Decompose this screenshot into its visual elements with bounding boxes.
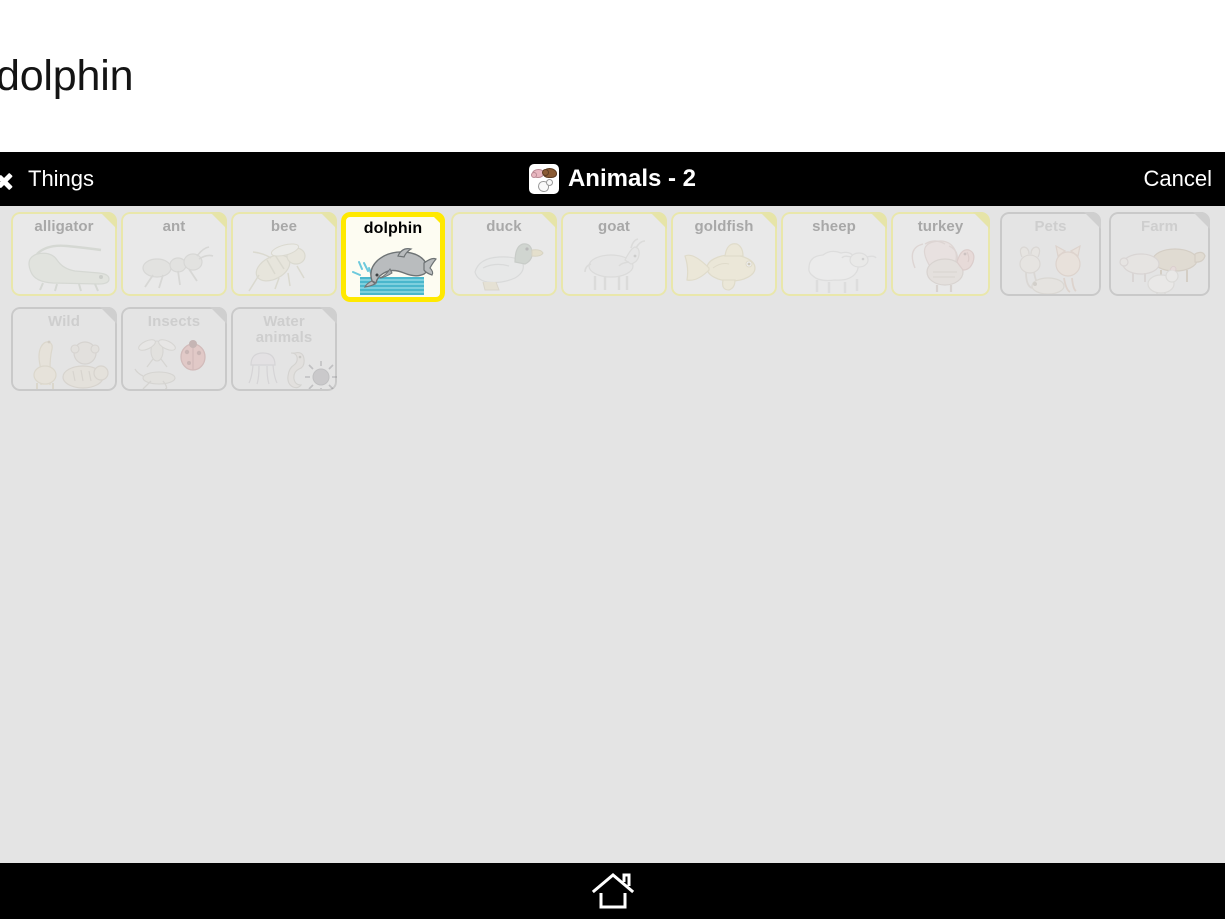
tile-goldfish[interactable]: goldfish xyxy=(671,212,777,296)
home-icon xyxy=(591,873,634,909)
water-animals-icon xyxy=(233,349,337,391)
tile-label: alligator xyxy=(34,218,94,235)
wild-animals-icon xyxy=(13,333,115,389)
tile-label: ant xyxy=(162,218,186,235)
message-display-bar[interactable]: dolphin xyxy=(0,0,1225,152)
goldfish-icon xyxy=(673,238,775,291)
tile-folder-water-animals[interactable]: Water animals xyxy=(231,307,337,391)
alligator-icon xyxy=(13,238,115,292)
navigation-bar: Things Animals - 2 Cancel xyxy=(0,152,1225,206)
chevron-left-icon xyxy=(8,164,26,194)
tile-label: Insects xyxy=(147,313,201,330)
tile-folder-wild[interactable]: Wild xyxy=(11,307,117,391)
tile-label: duck xyxy=(486,218,522,235)
navigation-title: Animals - 2 xyxy=(0,152,1225,206)
goat-icon xyxy=(563,238,665,290)
cancel-button[interactable]: Cancel xyxy=(1144,152,1212,206)
tile-dolphin[interactable]: dolphin xyxy=(341,212,445,302)
bottom-toolbar xyxy=(0,863,1225,919)
back-button[interactable]: Things xyxy=(8,152,94,206)
tile-turkey[interactable]: turkey xyxy=(891,212,990,296)
tile-label: turkey xyxy=(917,218,964,235)
tile-bee[interactable]: bee xyxy=(231,212,337,296)
tile-label: goat xyxy=(597,218,631,235)
tile-ant[interactable]: ant xyxy=(121,212,227,296)
farm-animals-icon xyxy=(528,164,559,194)
farm-icon xyxy=(1111,238,1208,294)
tile-label: Pets xyxy=(1034,218,1067,235)
tile-label: dolphin xyxy=(363,220,423,237)
insects-icon xyxy=(123,333,225,390)
tile-label: Wild xyxy=(48,313,80,330)
tile-goat[interactable]: goat xyxy=(561,212,667,296)
sheep-icon xyxy=(783,238,885,293)
duck-icon xyxy=(453,238,555,291)
tile-folder-farm[interactable]: Farm xyxy=(1109,212,1210,296)
dolphin-icon xyxy=(346,243,440,295)
tile-label: goldfish xyxy=(694,218,754,235)
back-button-label: Things xyxy=(28,166,95,191)
tile-sheep[interactable]: sheep xyxy=(781,212,887,296)
vocabulary-grid: alligator ant bee dolphin duck goat gold… xyxy=(0,206,1225,863)
home-button[interactable] xyxy=(590,871,636,911)
tile-folder-pets[interactable]: Pets xyxy=(1000,212,1101,296)
tile-folder-insects[interactable]: Insects xyxy=(121,307,227,391)
message-text: dolphin xyxy=(0,52,134,100)
tile-duck[interactable]: duck xyxy=(451,212,557,296)
pets-icon xyxy=(1002,238,1099,295)
page-title: Animals - 2 xyxy=(567,165,697,192)
tile-label: Farm xyxy=(1140,218,1179,235)
turkey-icon xyxy=(893,238,988,292)
ant-icon xyxy=(123,238,225,290)
tile-label: sheep xyxy=(812,218,856,235)
bee-icon xyxy=(233,238,335,292)
tile-label: bee xyxy=(270,218,298,235)
tile-alligator[interactable]: alligator xyxy=(11,212,117,296)
aac-app-window: dolphin Things Animals - 2 Cancel alliga… xyxy=(0,0,1225,919)
